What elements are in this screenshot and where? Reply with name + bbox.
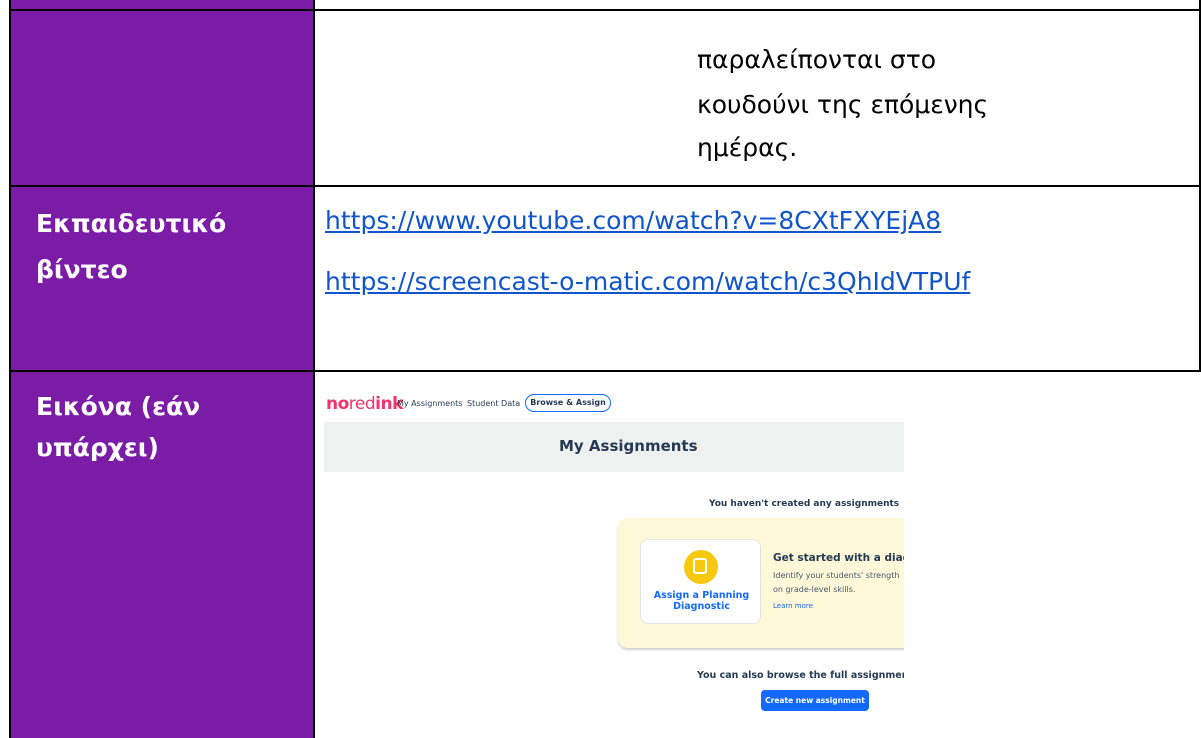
row-border-2: [9, 370, 1201, 372]
card-label: Assign a Planning Diagnostic: [653, 590, 750, 612]
panel-description: Identify your students' strength on grad…: [773, 571, 900, 594]
nav-my-assignments[interactable]: My Assignments: [397, 399, 462, 408]
noredink-logo: noredink: [326, 394, 403, 414]
row-border-1: [9, 185, 1201, 187]
noredink-screenshot: noredink My Assignments Student Data Bro…: [324, 392, 904, 738]
browse-assign-button[interactable]: Browse & Assign: [525, 394, 611, 412]
page-title: My Assignments: [559, 437, 698, 455]
table-border-middle: [313, 0, 315, 738]
screencast-link[interactable]: https://screencast-o-matic.com/watch/c3Q…: [325, 267, 970, 296]
label-column: [9, 0, 314, 738]
assign-diagnostic-card[interactable]: Assign a Planning Diagnostic: [640, 539, 761, 624]
create-assignment-button[interactable]: Create new assignment: [761, 690, 869, 711]
row3-label-line-2: υπάρχει): [36, 433, 159, 462]
page-title-bar: My Assignments: [324, 422, 904, 472]
row3-label-line-1: Εικόνα (εάν: [36, 392, 201, 421]
row1-line-2: κουδούνι της επόμενης: [697, 90, 989, 119]
learn-more-link[interactable]: Learn more: [773, 602, 813, 610]
panel-title: Get started with a diagnos: [773, 552, 904, 564]
row2-label-line-2: βίντεο: [36, 255, 128, 284]
row2-label-line-1: Εκπαιδευτικό: [36, 209, 227, 238]
table-border-left: [9, 0, 11, 738]
browse-text: You can also browse the full assignment …: [697, 670, 904, 681]
row-border-top: [9, 9, 1201, 11]
puzzle-icon: [684, 550, 718, 584]
row1-line-1: παραλείπονται στο: [697, 45, 937, 74]
empty-message: You haven't created any assignments: [709, 499, 900, 509]
youtube-link[interactable]: https://www.youtube.com/watch?v=8CXtFXYE…: [325, 206, 941, 235]
nav-student-data[interactable]: Student Data: [467, 399, 520, 408]
row1-line-3: ημέρας.: [697, 133, 798, 162]
